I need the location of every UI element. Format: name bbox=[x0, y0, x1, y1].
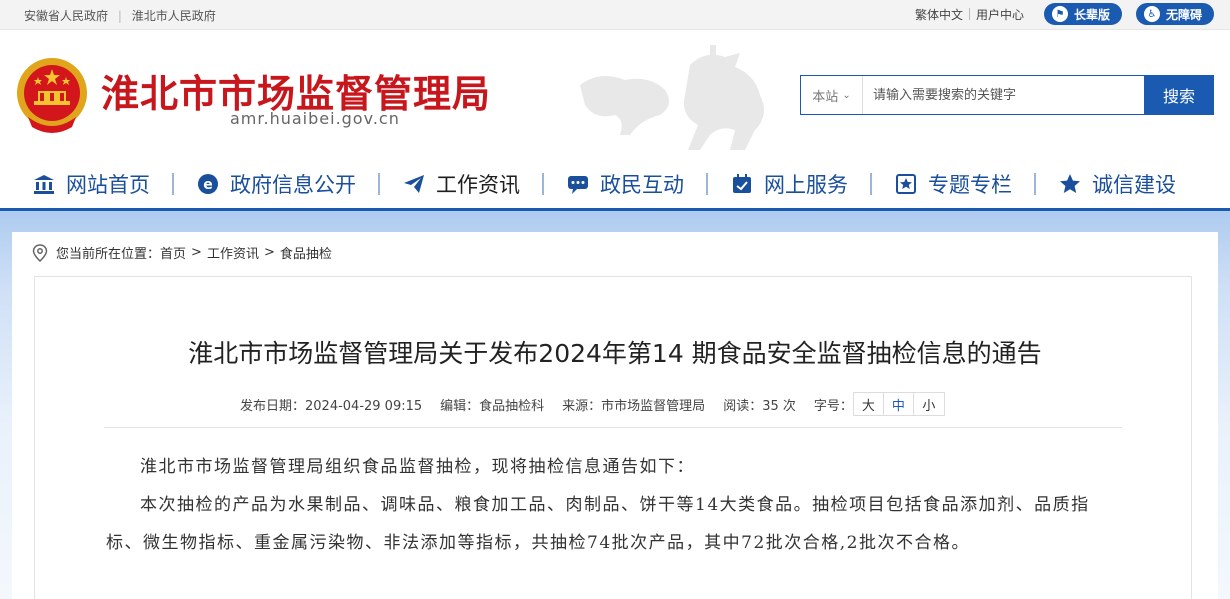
svg-text:e: e bbox=[203, 177, 213, 193]
top-bar-tools: 繁体中文 用户中心 ⚑ 长辈版 ♿ 无障碍 bbox=[909, 3, 1214, 25]
nav-item-work-news[interactable]: 工作资讯 bbox=[388, 160, 534, 208]
article-body: 淮北市市场监督管理局组织食品监督抽检，现将抽检信息通告如下： 本次抽检的产品为水… bbox=[106, 448, 1126, 562]
nav-item-label: 网上服务 bbox=[764, 173, 848, 197]
nav-item-label: 网站首页 bbox=[66, 173, 150, 197]
breadcrumb-work-news[interactable]: 工作资讯 bbox=[207, 243, 259, 262]
nav-item-label: 工作资讯 bbox=[436, 173, 520, 197]
top-bar: 安徽省人民政府 | 淮北市人民政府 繁体中文 用户中心 ⚑ 长辈版 ♿ 无障碍 bbox=[0, 0, 1230, 30]
star-box-icon bbox=[894, 172, 918, 196]
link-anhui-gov[interactable]: 安徽省人民政府 bbox=[24, 9, 108, 23]
nav-item-label: 政民互动 bbox=[600, 173, 684, 197]
article-paragraph: 本次抽检的产品为水果制品、调味品、粮食加工品、肉制品、饼干等14大类食品。抽检项… bbox=[106, 495, 1090, 553]
site-url: amr.huaibei.gov.cn bbox=[230, 109, 400, 128]
breadcrumb: 您当前所在位置： 首页 > 工作资讯 > 食品抽检 bbox=[32, 243, 332, 262]
nav-divider bbox=[1034, 173, 1036, 195]
user-center-link[interactable]: 用户中心 bbox=[970, 6, 1030, 23]
search-scope-select[interactable]: 本站 ⌄ bbox=[801, 76, 863, 114]
nav-divider bbox=[870, 173, 872, 195]
article-editor: 编辑：食品抽检科 bbox=[440, 398, 545, 414]
link-huaibei-gov[interactable]: 淮北市人民政府 bbox=[132, 9, 216, 23]
elder-mode-button[interactable]: ⚑ 长辈版 bbox=[1043, 3, 1122, 25]
location-pin-icon bbox=[32, 243, 48, 262]
nav-divider bbox=[378, 173, 380, 195]
search-input[interactable] bbox=[865, 76, 1143, 114]
nav-item-credit[interactable]: 诚信建设 bbox=[1044, 160, 1190, 208]
nav-item-label: 诚信建设 bbox=[1092, 173, 1176, 197]
traditional-chinese-link[interactable]: 繁体中文 bbox=[909, 6, 969, 23]
breadcrumb-home[interactable]: 首页 bbox=[160, 243, 186, 262]
chevron-down-icon: ⌄ bbox=[842, 89, 851, 101]
font-size-large-button[interactable]: 大 bbox=[854, 393, 884, 415]
article-title: 淮北市市场监督管理局关于发布2024年第14 期食品安全监督抽检信息的通告 bbox=[188, 339, 1042, 368]
nav-item-label: 专题专栏 bbox=[928, 173, 1012, 197]
paper-plane-icon bbox=[402, 172, 426, 196]
article-meta: 发布日期：2024-04-29 09:15 编辑：食品抽检科 来源：市市场监督管… bbox=[240, 392, 945, 416]
font-size-switcher: 大 中 小 bbox=[852, 392, 945, 416]
nav-divider bbox=[542, 173, 544, 195]
nav-item-label: 政府信息公开 bbox=[230, 173, 356, 197]
link-divider: | bbox=[117, 9, 122, 23]
article-source: 来源：市市场监督管理局 bbox=[562, 398, 706, 414]
breadcrumb-prefix: 您当前所在位置： bbox=[56, 247, 161, 262]
publish-date: 发布日期：2024-04-29 09:15 bbox=[240, 398, 423, 414]
breadcrumb-separator: > bbox=[263, 245, 275, 260]
search-button[interactable]: 搜索 bbox=[1144, 75, 1214, 115]
calendar-check-icon bbox=[730, 172, 754, 196]
font-size-medium-button[interactable]: 中 bbox=[884, 393, 914, 415]
nav-divider bbox=[706, 173, 708, 195]
breadcrumb-food-sampling[interactable]: 食品抽检 bbox=[280, 243, 332, 262]
elder-mode-label: 长辈版 bbox=[1073, 7, 1110, 22]
main-nav: 网站首页 e 政府信息公开 工作资讯 政民互动 网上服务 专题专栏 诚信建设 bbox=[0, 160, 1230, 208]
nav-item-special-topics[interactable]: 专题专栏 bbox=[880, 160, 1026, 208]
meta-divider bbox=[104, 427, 1122, 428]
bank-icon bbox=[32, 172, 56, 196]
accessibility-icon: ♿ bbox=[1143, 6, 1160, 22]
elder-icon: ⚑ bbox=[1051, 6, 1068, 22]
nav-item-home[interactable]: 网站首页 bbox=[18, 160, 164, 208]
article-paragraph: 淮北市市场监督管理局组织食品监督抽检，现将抽检信息通告如下： bbox=[140, 457, 695, 477]
site-header: 淮北市市场监督管理局 amr.huaibei.gov.cn 本站 ⌄ 搜索 bbox=[0, 31, 1230, 151]
search-box: 本站 ⌄ 搜索 bbox=[800, 75, 1214, 115]
nav-divider bbox=[172, 173, 174, 195]
top-bar-links: 安徽省人民政府 | 淮北市人民政府 bbox=[24, 7, 216, 24]
nav-item-online-service[interactable]: 网上服务 bbox=[716, 160, 862, 208]
e-icon: e bbox=[196, 172, 220, 196]
star-icon bbox=[1058, 172, 1082, 196]
nav-item-gov-info[interactable]: e 政府信息公开 bbox=[182, 160, 370, 208]
accessibility-button[interactable]: ♿ 无障碍 bbox=[1135, 3, 1214, 25]
font-size-small-button[interactable]: 小 bbox=[914, 393, 944, 415]
breadcrumb-separator: > bbox=[191, 245, 202, 260]
horse-statue-decoration bbox=[580, 45, 764, 150]
search-scope-value: 本站 bbox=[812, 89, 839, 105]
view-count: 阅读：35 次 bbox=[723, 398, 796, 414]
national-emblem-logo bbox=[17, 58, 87, 133]
chat-icon bbox=[566, 172, 590, 196]
nav-item-interaction[interactable]: 政民互动 bbox=[552, 160, 698, 208]
accessibility-label: 无障碍 bbox=[1165, 7, 1202, 22]
font-size-label: 字号： bbox=[813, 398, 853, 414]
